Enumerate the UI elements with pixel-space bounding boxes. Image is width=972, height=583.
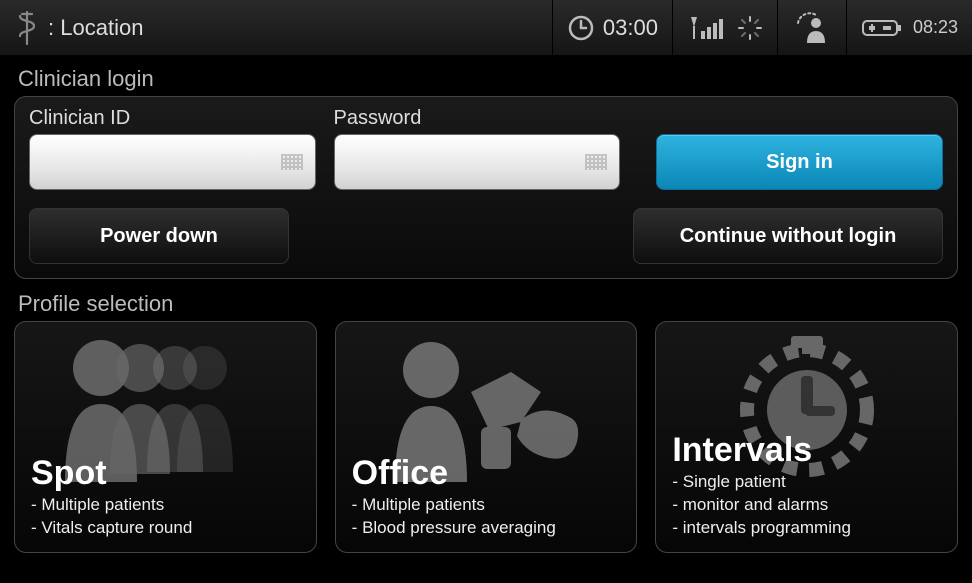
login-panel: Clinician ID Password Sign in Power down [14, 96, 958, 279]
spinner-icon [737, 15, 763, 41]
clock-icon [567, 14, 595, 42]
profile-row: Spot Multiple patients Vitals capture ro… [14, 321, 958, 553]
antenna-signal-icon [687, 13, 729, 43]
password-input[interactable] [334, 134, 621, 190]
profile-card-spot[interactable]: Spot Multiple patients Vitals capture ro… [14, 321, 317, 553]
clock-value: 08:23 [913, 17, 958, 38]
battery-segment[interactable]: 08:23 [846, 0, 972, 55]
continue-label: Continue without login [680, 225, 897, 248]
battery-charging-icon [861, 17, 905, 39]
profile-card-intervals[interactable]: Intervals Single patient monitor and ala… [655, 321, 958, 553]
location-text: : Location [48, 15, 143, 41]
network-segment[interactable] [672, 0, 777, 55]
statusbar: : Location 03:00 [0, 0, 972, 56]
keyboard-icon [281, 154, 303, 170]
signin-button-label: Sign in [766, 151, 833, 174]
patient-segment[interactable] [777, 0, 846, 55]
clinician-id-input[interactable] [29, 134, 316, 190]
profile-title: Intervals [672, 433, 941, 467]
power-down-button[interactable]: Power down [29, 208, 289, 264]
timer-segment[interactable]: 03:00 [552, 0, 672, 55]
patient-cycle-icon [792, 11, 832, 45]
profile-card-office[interactable]: Office Multiple patients Blood pressure … [335, 321, 638, 553]
profile-bullets: Multiple patients Blood pressure averagi… [352, 494, 621, 540]
continue-without-login-button[interactable]: Continue without login [633, 208, 943, 264]
signin-button[interactable]: Sign in [656, 134, 943, 190]
location-segment[interactable]: : Location [0, 0, 552, 55]
login-section-label: Clinician login [18, 66, 958, 92]
profile-title: Spot [31, 456, 300, 490]
password-group: Password [334, 107, 621, 190]
clinician-id-label: Clinician ID [29, 107, 316, 130]
keyboard-icon [585, 154, 607, 170]
profile-section-label: Profile selection [18, 291, 958, 317]
power-down-label: Power down [100, 225, 218, 248]
profile-bullets: Single patient monitor and alarms interv… [672, 471, 941, 540]
profile-bullets: Multiple patients Vitals capture round [31, 494, 300, 540]
profile-title: Office [352, 456, 621, 490]
password-label: Password [334, 107, 621, 130]
clinician-id-group: Clinician ID [29, 107, 316, 190]
medical-staff-icon [14, 10, 40, 46]
timer-value: 03:00 [603, 15, 658, 41]
